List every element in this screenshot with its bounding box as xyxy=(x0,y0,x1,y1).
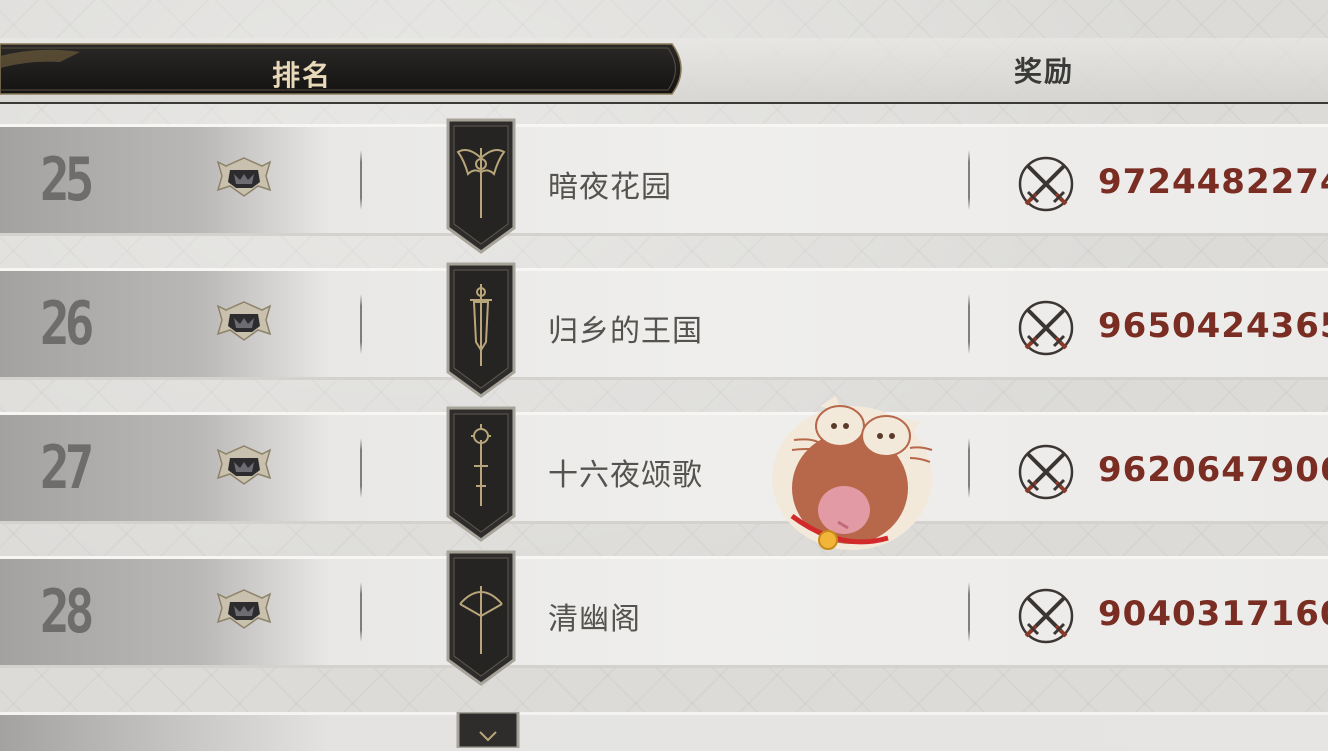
reward-value: 9620647906 xyxy=(1098,450,1328,490)
ranking-row[interactable]: 26 归乡的王国 9650424365 xyxy=(0,262,1328,398)
tier-crest-icon xyxy=(216,301,272,341)
rank-column-header: 排名 xyxy=(0,42,690,96)
column-divider xyxy=(360,438,362,498)
tier-crest-icon xyxy=(216,445,272,485)
reward-header-label: 奖励 xyxy=(1014,55,1075,88)
crossed-swords-icon xyxy=(1018,588,1074,644)
column-divider xyxy=(968,438,970,498)
column-divider xyxy=(360,150,362,210)
guild-banner[interactable] xyxy=(446,406,516,542)
next-row-partial[interactable] xyxy=(0,712,1328,751)
guild-banner[interactable] xyxy=(446,550,516,686)
guild-banner[interactable] xyxy=(446,262,516,398)
ranking-row[interactable]: 25 暗夜花园 9724482274 xyxy=(0,118,1328,254)
reward-value: 9724482274 xyxy=(1098,162,1328,202)
guild-banner[interactable] xyxy=(446,118,516,254)
column-divider xyxy=(968,294,970,354)
rank-number: 27 xyxy=(40,433,94,503)
ranking-row[interactable]: 28 清幽阁 9040317160 xyxy=(0,550,1328,686)
rank-header-label: 排名 xyxy=(272,59,333,92)
rank-number: 28 xyxy=(40,577,94,647)
rank-number: 25 xyxy=(40,145,94,215)
column-divider xyxy=(968,150,970,210)
guild-name: 归乡的王国 xyxy=(548,314,703,349)
cat-mascot-sticker xyxy=(772,396,933,550)
guild-name: 十六夜颂歌 xyxy=(548,458,703,493)
rank-header-plate xyxy=(0,43,682,95)
ranking-row[interactable]: 27 十六夜颂歌 9620647906 xyxy=(0,406,1328,542)
guild-name: 清幽阁 xyxy=(548,602,641,637)
crossed-swords-icon xyxy=(1018,156,1074,212)
column-divider xyxy=(360,582,362,642)
column-divider xyxy=(360,294,362,354)
column-divider xyxy=(968,582,970,642)
reward-value: 9040317160 xyxy=(1098,594,1328,634)
guild-banner-partial xyxy=(456,712,520,748)
crossed-swords-icon xyxy=(1018,444,1074,500)
guild-name: 暗夜花园 xyxy=(548,170,672,205)
tier-crest-icon xyxy=(216,589,272,629)
rank-number: 26 xyxy=(40,289,94,359)
tier-crest-icon xyxy=(216,157,272,197)
reward-value: 9650424365 xyxy=(1098,306,1328,346)
crossed-swords-icon xyxy=(1018,300,1074,356)
